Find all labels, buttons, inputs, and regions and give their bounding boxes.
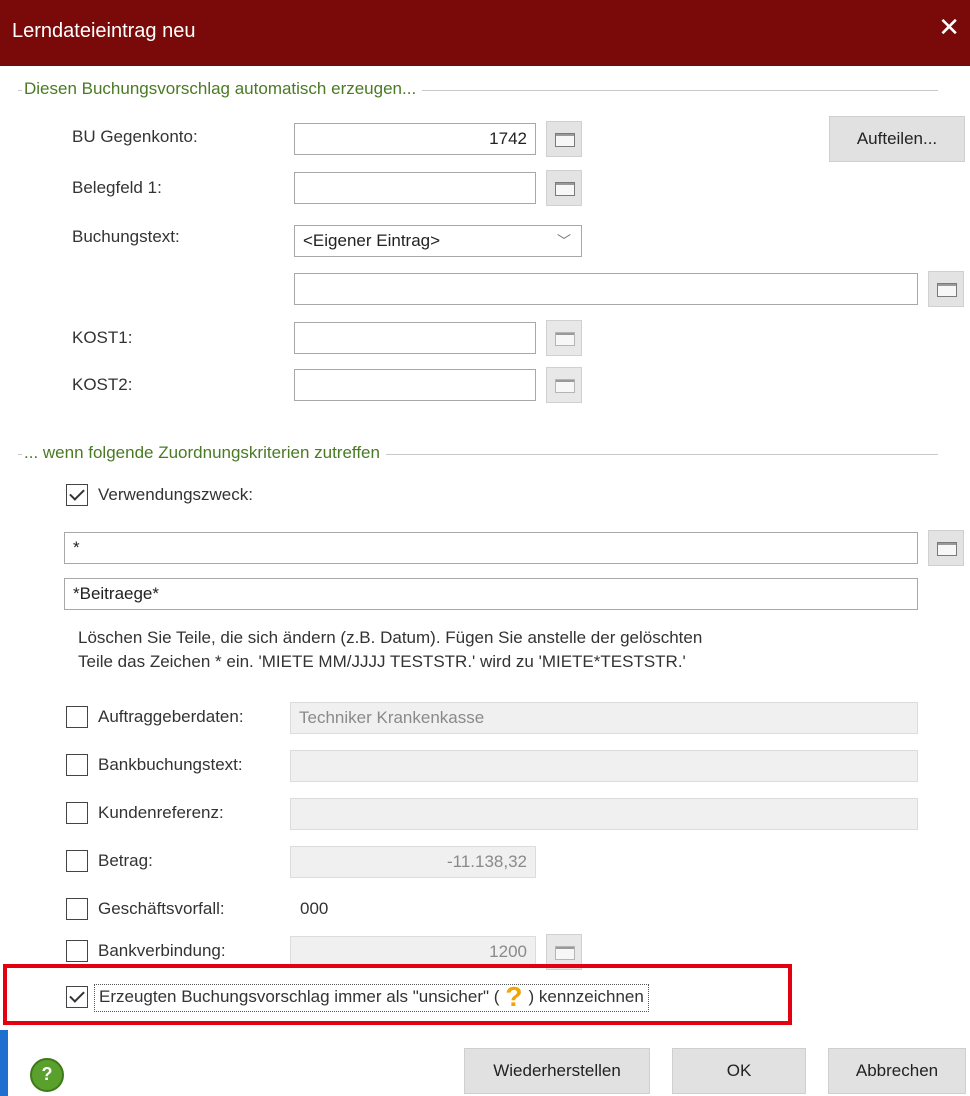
buchungstext-label: Buchungstext:: [72, 227, 180, 246]
list-icon: [937, 542, 957, 556]
auftraggeberdaten-field: Techniker Krankenkasse: [290, 702, 918, 734]
list-icon: [555, 946, 575, 960]
belegfeld1-picker-button[interactable]: [546, 170, 582, 206]
bu-gegenkonto-picker-button[interactable]: [546, 121, 582, 157]
verwendungszweck-picker-button[interactable]: [928, 530, 964, 566]
buchungstext-select[interactable]: <Eigener Eintrag> ﹀: [294, 225, 582, 257]
verwendungszweck-field-1[interactable]: *: [64, 532, 918, 564]
group-title-generate: Diesen Buchungsvorschlag automatisch erz…: [22, 79, 423, 99]
auftraggeberdaten-checkbox[interactable]: [66, 706, 88, 728]
bankverbindung-label: Bankverbindung:: [98, 941, 226, 960]
hint-text: Löschen Sie Teile, die sich ändern (z.B.…: [78, 626, 702, 674]
list-icon: [555, 379, 575, 393]
list-icon: [555, 133, 575, 147]
close-icon[interactable]: ✕: [938, 14, 960, 40]
check-icon: [69, 485, 85, 501]
kost1-field[interactable]: [294, 322, 536, 354]
list-icon: [937, 283, 957, 297]
kundenreferenz-checkbox[interactable]: [66, 802, 88, 824]
unsicher-checkbox[interactable]: [66, 986, 88, 1008]
list-icon: [555, 332, 575, 346]
title-bar: Lerndateieintrag neu ✕: [0, 0, 970, 66]
question-icon: ?: [505, 981, 523, 1012]
unsicher-text-before: Erzeugten Buchungsvorschlag immer als "u…: [99, 987, 500, 1006]
verwendungszweck-checkbox[interactable]: [66, 484, 88, 506]
bankbuchungstext-label: Bankbuchungstext:: [98, 755, 243, 774]
kost2-label: KOST2:: [72, 375, 133, 394]
hint-line-1: Löschen Sie Teile, die sich ändern (z.B.…: [78, 628, 703, 647]
group-title-criteria: ... wenn folgende Zuordnungskriterien zu…: [22, 443, 386, 463]
kost2-field[interactable]: [294, 369, 536, 401]
unsicher-text-after: ) kennzeichnen: [528, 987, 644, 1006]
betrag-checkbox[interactable]: [66, 850, 88, 872]
restore-button[interactable]: Wiederherstellen: [464, 1048, 650, 1094]
belegfeld1-label: Belegfeld 1:: [72, 178, 162, 197]
check-icon: [69, 987, 85, 1003]
bankbuchungstext-checkbox[interactable]: [66, 754, 88, 776]
buchungstext-selected: <Eigener Eintrag>: [303, 231, 441, 250]
kost1-label: KOST1:: [72, 328, 133, 347]
unsicher-label[interactable]: Erzeugten Buchungsvorschlag immer als "u…: [94, 981, 649, 1012]
bu-gegenkonto-label: BU Gegenkonto:: [72, 127, 198, 146]
betrag-field: -11.138,32: [290, 846, 536, 878]
chevron-down-icon: ﹀: [557, 233, 571, 249]
bankverbindung-checkbox[interactable]: [66, 940, 88, 962]
kost1-picker-button[interactable]: [546, 320, 582, 356]
geschaeftsvorfall-label: Geschäftsvorfall:: [98, 899, 225, 918]
list-icon: [555, 182, 575, 196]
geschaeftsvorfall-checkbox[interactable]: [66, 898, 88, 920]
buchungstext-picker-button[interactable]: [928, 271, 964, 307]
buchungstext-field[interactable]: [294, 273, 918, 305]
bankbuchungstext-field: [290, 750, 918, 782]
cancel-button[interactable]: Abbrechen: [828, 1048, 966, 1094]
belegfeld1-field[interactable]: [294, 172, 536, 204]
ok-button[interactable]: OK: [672, 1048, 806, 1094]
verwendungszweck-label: Verwendungszweck:: [98, 485, 253, 504]
kundenreferenz-field: [290, 798, 918, 830]
bu-gegenkonto-field[interactable]: 1742: [294, 123, 536, 155]
help-button[interactable]: ?: [30, 1058, 64, 1092]
kost2-picker-button[interactable]: [546, 367, 582, 403]
background-strip: [0, 1030, 8, 1096]
window-title: Lerndateieintrag neu: [12, 20, 196, 42]
auftraggeberdaten-label: Auftraggeberdaten:: [98, 707, 244, 726]
geschaeftsvorfall-value: 000: [300, 899, 329, 918]
hint-line-2: Teile das Zeichen * ein. 'MIETE MM/JJJJ …: [78, 652, 686, 671]
verwendungszweck-field-2[interactable]: *Beitraege*: [64, 578, 918, 610]
kundenreferenz-label: Kundenreferenz:: [98, 803, 224, 822]
betrag-label: Betrag:: [98, 851, 153, 870]
aufteilen-button[interactable]: Aufteilen...: [829, 116, 965, 162]
